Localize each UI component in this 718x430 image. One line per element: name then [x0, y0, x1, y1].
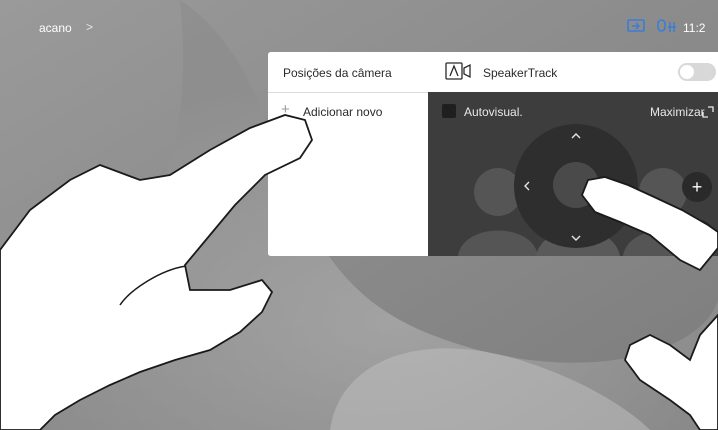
pan-left-button[interactable] [522, 180, 532, 195]
top-bar: acano > 11:2 [0, 0, 718, 40]
speakertrack-label: SpeakerTrack [483, 66, 558, 80]
dpad-center[interactable] [553, 162, 599, 208]
speakertrack-toggle[interactable] [678, 63, 716, 81]
positions-title: Posições da câmera [283, 66, 392, 80]
zoom-out-button[interactable] [684, 220, 714, 250]
speakertrack-row: SpeakerTrack [428, 52, 718, 92]
add-new-button[interactable]: + Adicionar novo [268, 93, 428, 135]
zoom-in-button[interactable]: + [682, 172, 712, 202]
camera-preview: Autovisual. Maximizar + [428, 92, 718, 256]
camera-panel: Posições da câmera + Adicionar novo Spea… [268, 52, 718, 256]
share-screen-icon[interactable] [627, 19, 645, 38]
pan-down-button[interactable] [570, 232, 582, 246]
maximize-icon[interactable] [702, 105, 714, 123]
pan-up-button[interactable] [570, 130, 582, 144]
camera-icon [445, 62, 471, 85]
site-name[interactable]: acano [39, 21, 72, 35]
camera-control-pad[interactable] [514, 124, 638, 248]
camera-positions-list: Posições da câmera + Adicionar novo [268, 52, 429, 256]
clock: 11:2 [683, 21, 706, 35]
mic-icon[interactable] [656, 19, 678, 40]
selfview-label: Autovisual. [464, 105, 523, 119]
selfview-checkbox[interactable] [442, 104, 456, 118]
plus-icon: + [281, 101, 290, 118]
toggle-knob [680, 65, 694, 79]
add-new-label: Adicionar novo [303, 105, 383, 119]
maximize-button[interactable]: Maximizar [650, 105, 705, 119]
chevron-right-icon[interactable]: > [86, 20, 93, 34]
